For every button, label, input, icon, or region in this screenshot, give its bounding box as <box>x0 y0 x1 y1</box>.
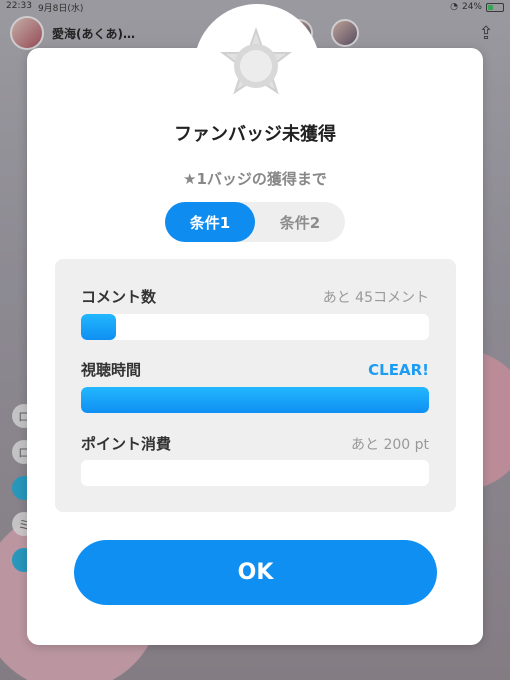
point-consumption-label: ポイント消費 <box>81 435 172 453</box>
point-consumption-row: ポイント消費 あと 200 pt <box>81 433 429 454</box>
badge-inner-circle <box>240 50 272 82</box>
condition-tabs: 条件1 条件2 <box>165 202 345 242</box>
point-consumption-remaining: あと 200 pt <box>351 437 429 453</box>
badge-subtitle: ★1バッジの獲得まで <box>183 170 327 188</box>
dialog-title: ファンバッジ未獲得 <box>174 124 336 145</box>
comment-count-row: コメント数 あと 45コメント <box>81 286 429 307</box>
ok-button[interactable]: OK <box>74 540 437 605</box>
watch-time-clear: CLEAR! <box>368 361 429 379</box>
point-consumption-progress-bar <box>81 460 429 486</box>
watch-time-progress-fill <box>81 387 429 413</box>
watch-time-label: 視聴時間 <box>81 361 142 379</box>
comment-count-progress-fill <box>81 314 116 340</box>
comment-count-progress-bar <box>81 314 429 340</box>
comment-count-remaining: あと 45コメント <box>322 290 429 306</box>
tab-condition-2[interactable]: 条件2 <box>255 202 345 242</box>
tab-condition-1[interactable]: 条件1 <box>165 202 255 242</box>
star-badge-icon <box>220 26 292 95</box>
comment-count-label: コメント数 <box>81 288 157 306</box>
watch-time-row: 視聴時間 CLEAR! <box>81 359 429 380</box>
watch-time-progress-bar <box>81 387 429 413</box>
